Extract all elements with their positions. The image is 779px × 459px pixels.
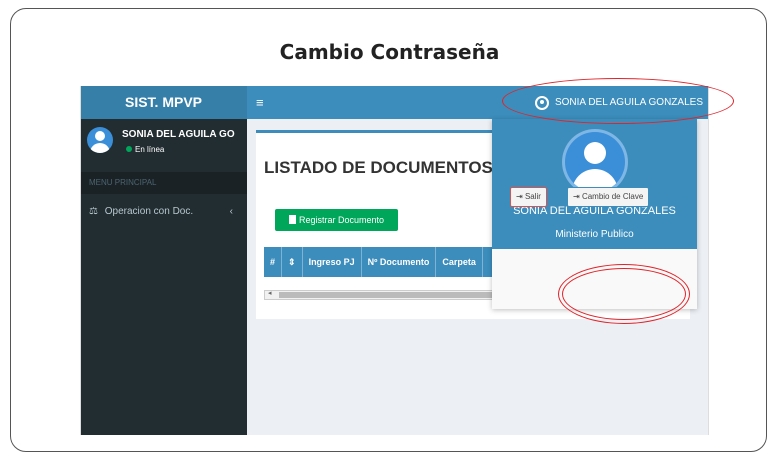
- sign-in-icon: ⇥: [573, 192, 580, 201]
- scroll-left-icon[interactable]: ◂: [268, 289, 272, 297]
- column-header-index[interactable]: #: [264, 247, 283, 277]
- balance-scale-icon: ⚖: [89, 206, 98, 217]
- sidebar: SONIA DEL AGUILA GO En línea MENU PRINCI…: [80, 119, 247, 435]
- column-header-ingreso-pj[interactable]: Ingreso PJ: [303, 247, 362, 277]
- sidebar-item-operacion-con-doc[interactable]: ⚖ Operacion con Doc. ‹: [80, 201, 247, 223]
- chevron-left-icon: ‹: [229, 206, 233, 217]
- app-window: SIST. MPVP ≡ SONIA DEL AGUILA GONZALES S…: [80, 86, 709, 435]
- column-header-carpeta[interactable]: Carpeta: [436, 247, 483, 277]
- brand-logo[interactable]: SIST. MPVP: [80, 86, 247, 119]
- sidebar-user-name: SONIA DEL AGUILA GO: [122, 129, 235, 140]
- column-header-numero-documento[interactable]: Nº Documento: [362, 247, 437, 277]
- page-title: LISTADO DE DOCUMENTOS: [264, 158, 493, 177]
- highlight-ring-user-menu: [502, 78, 734, 124]
- file-icon: [288, 215, 296, 224]
- status-dot-icon: [126, 146, 132, 152]
- logout-icon: ⇥: [516, 192, 523, 201]
- user-dropdown-header: SONIA DEL AGUILA GONZALES Ministerio Pub…: [492, 119, 697, 249]
- change-password-button[interactable]: ⇥ Cambio de Clave: [567, 187, 650, 207]
- register-document-button[interactable]: Registrar Documento: [275, 209, 398, 231]
- sidebar-menu-header: MENU PRINCIPAL: [80, 172, 247, 194]
- register-document-label: Registrar Documento: [298, 215, 385, 225]
- avatar: [562, 129, 628, 195]
- scrollbar-thumb[interactable]: [279, 292, 509, 298]
- highlight-ring-change-password: [558, 264, 690, 324]
- sidebar-item-label: Operacion con Doc.: [104, 206, 194, 217]
- menu-toggle-button[interactable]: ≡: [256, 86, 264, 119]
- logout-button[interactable]: ⇥ Salir: [510, 187, 547, 207]
- sidebar-user-panel: SONIA DEL AGUILA GO En línea: [80, 119, 247, 172]
- sort-icon[interactable]: ⇕: [282, 247, 303, 277]
- logout-label: Salir: [524, 192, 541, 201]
- online-status-label: En línea: [135, 145, 165, 154]
- dropdown-user-org: Ministerio Publico: [555, 229, 634, 240]
- avatar: [87, 127, 113, 153]
- document-title: Cambio Contraseña: [279, 40, 500, 64]
- change-password-label: Cambio de Clave: [581, 192, 644, 201]
- online-status: En línea: [126, 145, 164, 154]
